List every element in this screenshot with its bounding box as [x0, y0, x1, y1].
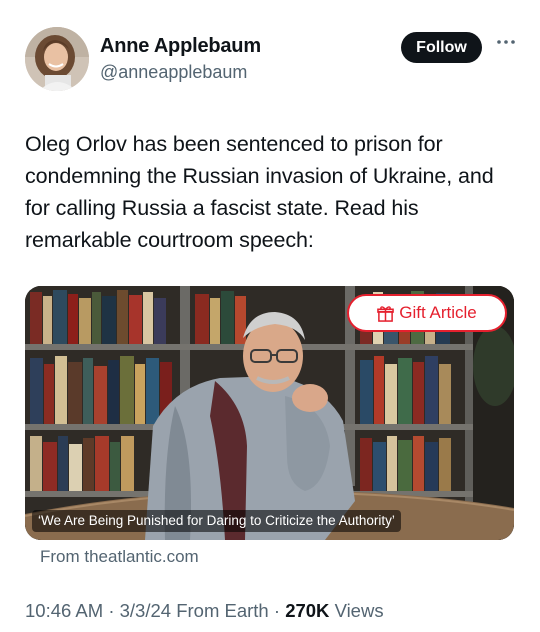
profile-photo [25, 27, 89, 91]
tweet-header: Anne Applebaum @anneapplebaum Follow [0, 0, 540, 110]
link-card[interactable]: Gift Article ‘We Are Being Punished for … [25, 286, 514, 540]
tweet-meta: 10:46 AM · 3/3/24 From Earth · 270K View… [25, 600, 384, 622]
more-horizontal-icon[interactable] [496, 38, 516, 46]
tweet-date[interactable]: 3/3/24 [120, 600, 171, 621]
tweet-text: Oleg Orlov has been sentenced to prison … [25, 132, 494, 252]
gift-article-label: Gift Article [399, 303, 477, 322]
gift-article-button[interactable]: Gift Article [347, 294, 507, 332]
link-source[interactable]: From theatlantic.com [40, 547, 199, 567]
meta-separator: · [273, 600, 281, 621]
gift-icon [377, 305, 395, 322]
meta-separator: · [108, 600, 115, 621]
tweet-location: From Earth [176, 600, 269, 621]
author-name[interactable]: Anne Applebaum [100, 35, 261, 58]
follow-button[interactable]: Follow [401, 32, 482, 63]
views-count: 270K [285, 600, 330, 621]
article-title-caption: ‘We Are Being Punished for Daring to Cri… [32, 510, 401, 532]
tweet-time[interactable]: 10:46 AM [25, 600, 103, 621]
author-handle[interactable]: @anneapplebaum [100, 62, 247, 83]
views-label: Views [334, 600, 384, 621]
avatar[interactable] [25, 27, 89, 91]
